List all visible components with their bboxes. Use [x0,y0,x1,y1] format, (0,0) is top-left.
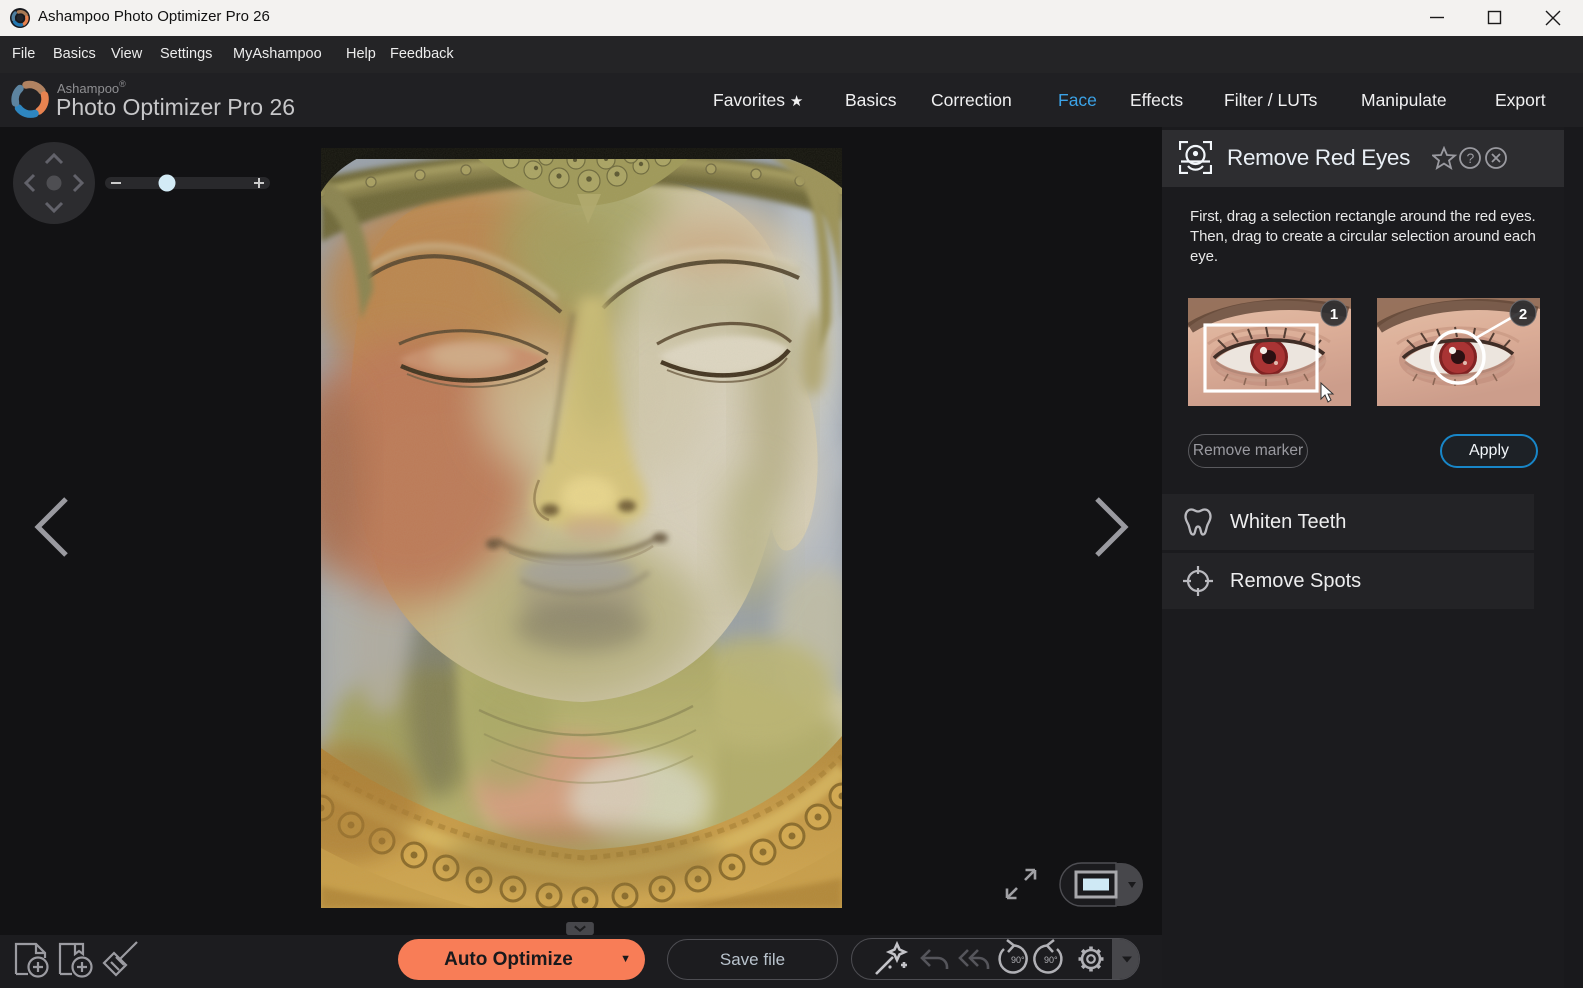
svg-text:1: 1 [1330,306,1338,323]
svg-text:2: 2 [1519,306,1527,323]
svg-text:90°: 90° [1011,955,1025,965]
svg-text:90°: 90° [1044,955,1058,965]
svg-text:?: ? [1467,150,1475,166]
